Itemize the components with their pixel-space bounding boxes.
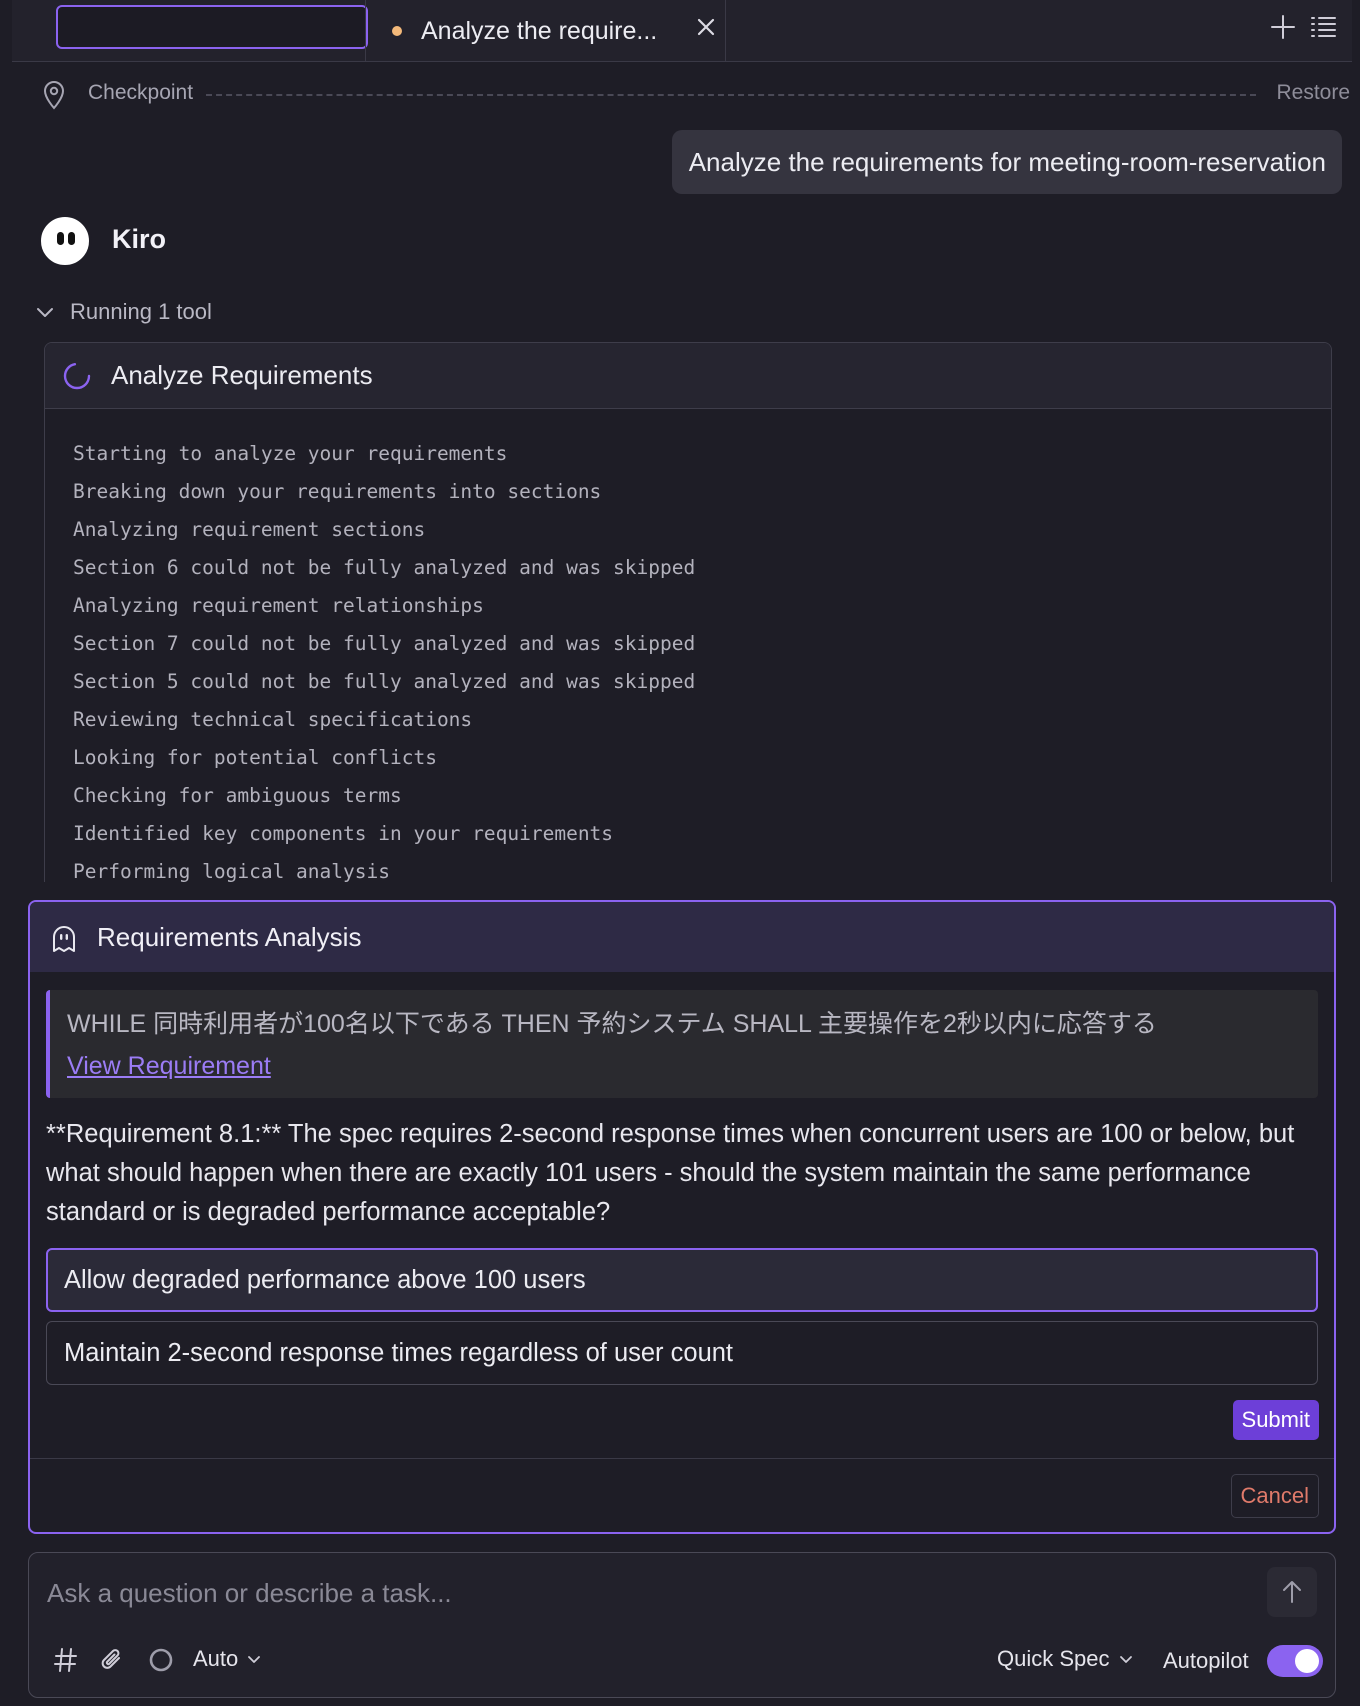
status-circle-icon[interactable] [147, 1646, 175, 1679]
kiro-chat-panel: Analyze the require... Checkpoint Restor… [12, 0, 1352, 1706]
kiro-avatar-icon [38, 214, 92, 268]
tool-log-line: Breaking down your requirements into sec… [73, 480, 602, 503]
panel-divider [30, 1458, 1334, 1459]
location-pin-icon [42, 80, 66, 110]
tool-log-line: Identified key components in your requir… [73, 822, 614, 845]
running-label: Running 1 tool [70, 299, 212, 324]
chat-composer: Auto Quick Spec Autopilot [28, 1552, 1336, 1698]
kiro-ghost-icon [53, 926, 75, 952]
toggle-knob [1295, 1649, 1319, 1673]
tab-search-input[interactable] [56, 5, 368, 49]
tab-title: Analyze the require... [421, 16, 658, 45]
arrow-up-icon [1283, 1581, 1301, 1603]
unsaved-dot-icon [392, 26, 402, 36]
requirements-analysis-header: Requirements Analysis [30, 902, 1334, 972]
tool-log-line: Starting to analyze your requirements [73, 442, 508, 465]
view-requirement-link[interactable]: View Requirement [67, 1052, 271, 1081]
requirement-quote: WHILE 同時利用者が100名以下である THEN 予約システム SHALL … [46, 990, 1318, 1098]
tool-log-line: Reviewing technical specifications [73, 708, 473, 731]
spinner-icon [63, 362, 91, 390]
tool-log-line: Section 7 could not be fully analyzed an… [73, 632, 696, 655]
assistant-name: Kiro [112, 224, 166, 254]
tool-card-header: Analyze Requirements [45, 343, 1331, 409]
submit-button[interactable]: Submit [1232, 1400, 1319, 1440]
autopilot-label: Autopilot [1163, 1648, 1249, 1673]
tool-log-line: Analyzing requirement relationships [73, 594, 484, 617]
restore-button[interactable]: Restore [1276, 81, 1350, 105]
tab-bar: Analyze the require... [12, 0, 1352, 62]
plus-icon[interactable] [1268, 12, 1298, 42]
tool-title: Analyze Requirements [111, 360, 373, 390]
list-icon[interactable] [1308, 12, 1338, 42]
checkpoint-row: Checkpoint Restore [32, 78, 1352, 110]
tool-log-line: Performing logical analysis [73, 860, 390, 882]
chat-input[interactable] [47, 1573, 1227, 1613]
model-mode-select[interactable]: Auto [193, 1646, 264, 1672]
spec-mode-label: Quick Spec [997, 1646, 1110, 1671]
tool-log-line: Section 5 could not be fully analyzed an… [73, 670, 696, 693]
tool-log: Starting to analyze your requirements Bre… [45, 409, 1331, 882]
checkpoint-label: Checkpoint [88, 81, 194, 104]
hashtag-icon[interactable] [53, 1646, 79, 1679]
requirements-analysis-panel: Requirements Analysis WHILE 同時利用者が100名以下… [28, 900, 1336, 1534]
send-button[interactable] [1267, 1567, 1317, 1617]
cancel-button[interactable]: Cancel [1230, 1474, 1319, 1518]
chevron-down-icon [248, 1656, 261, 1663]
requirements-analysis-title: Requirements Analysis [97, 922, 362, 952]
clarification-question: **Requirement 8.1:** The spec requires 2… [46, 1120, 1295, 1226]
answer-option-maintain[interactable]: Maintain 2-second response times regardl… [46, 1321, 1318, 1385]
close-icon[interactable] [694, 15, 718, 39]
tool-card: Analyze Requirements Starting to analyze… [44, 342, 1332, 882]
tab-divider [725, 0, 726, 62]
chevron-down-icon [1119, 1656, 1132, 1663]
chevron-down-icon [37, 308, 53, 317]
running-tools-toggle[interactable]: Running 1 tool [34, 297, 212, 327]
user-message: Analyze the requirements for meeting-roo… [671, 130, 1342, 194]
requirement-quote-text: WHILE 同時利用者が100名以下である THEN 予約システム SHALL … [67, 1010, 1157, 1038]
tool-log-line: Section 6 could not be fully analyzed an… [73, 556, 696, 579]
paperclip-icon[interactable] [99, 1646, 125, 1679]
tool-log-line: Looking for potential conflicts [73, 746, 437, 769]
tool-log-line: Checking for ambiguous terms [73, 784, 402, 807]
autopilot-toggle[interactable] [1267, 1645, 1323, 1677]
model-mode-label: Auto [193, 1646, 239, 1671]
checkpoint-divider [206, 94, 1256, 96]
tab-analyze[interactable]: Analyze the require... [366, 0, 725, 62]
tool-log-line: Analyzing requirement sections [73, 518, 426, 541]
spec-mode-select[interactable]: Quick Spec [997, 1646, 1136, 1672]
answer-option-degraded[interactable]: Allow degraded performance above 100 use… [46, 1248, 1318, 1312]
